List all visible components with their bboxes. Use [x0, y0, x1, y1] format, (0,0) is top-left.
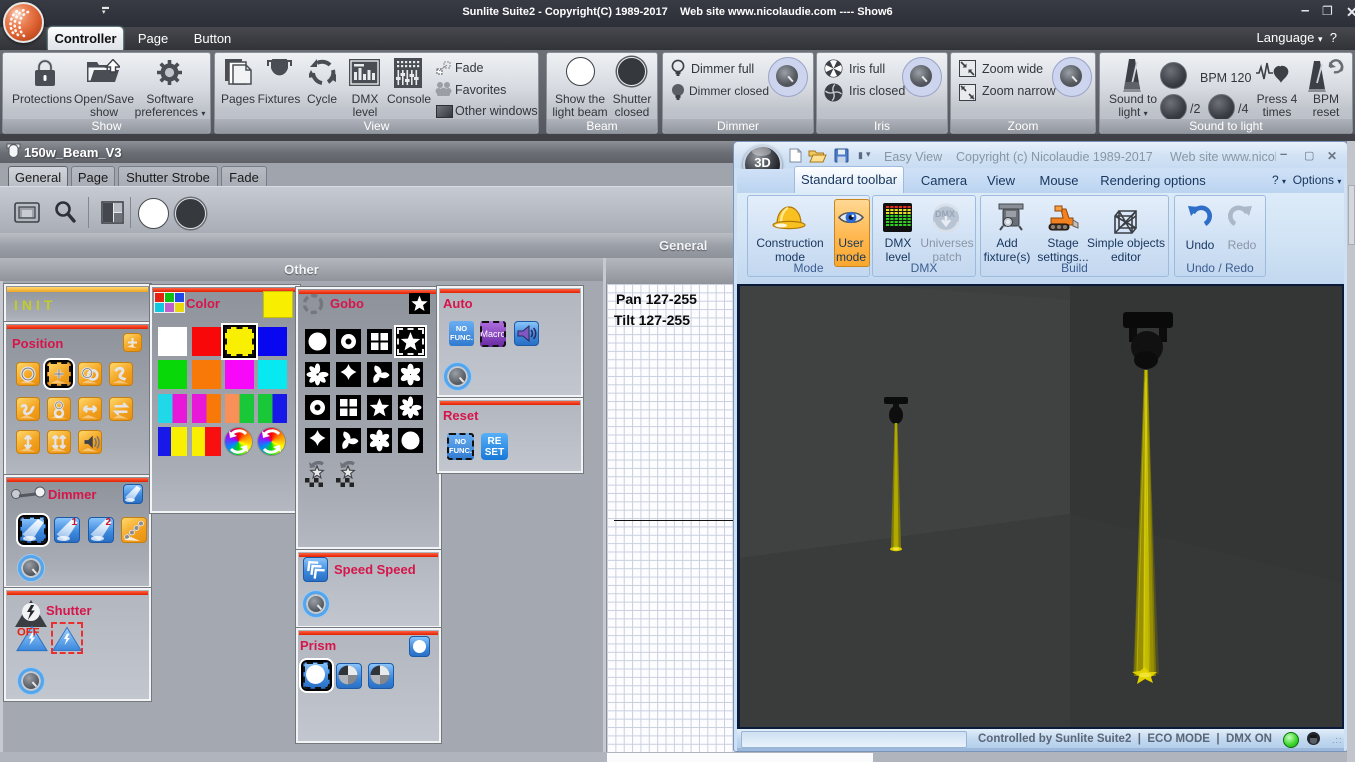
svg-text:OFF: OFF: [17, 627, 40, 639]
